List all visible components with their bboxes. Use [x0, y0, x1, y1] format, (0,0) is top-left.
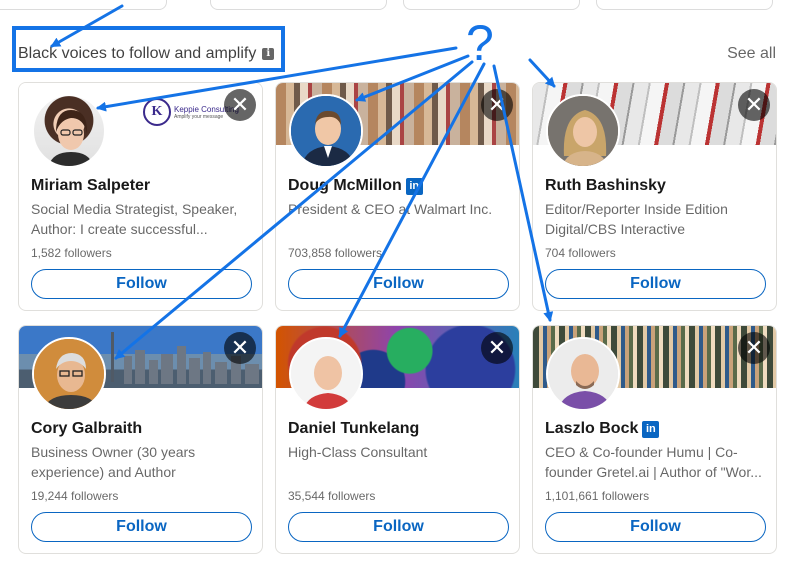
profile-headline: President & CEO at Walmart Inc.: [288, 201, 493, 217]
profile-name[interactable]: Daniel Tunkelang: [288, 420, 419, 438]
annotation-question-mark: ?: [466, 15, 494, 71]
dismiss-button[interactable]: ✕: [481, 332, 513, 364]
previous-row-card: [210, 0, 387, 10]
profile-headline: Editor/Reporter Inside Edition Digital/C…: [545, 201, 728, 237]
profile-name[interactable]: Doug McMillon in: [288, 177, 423, 195]
close-icon: ✕: [487, 335, 507, 360]
profile-name[interactable]: Miriam Salpeter: [31, 177, 150, 195]
profile-card[interactable]: ✕ Laszlo Bock in CEO & Co-founder Humu | …: [532, 325, 777, 554]
profile-headline: CEO & Co-founder Humu | Co-founder Grete…: [545, 444, 762, 480]
close-icon: ✕: [744, 92, 764, 117]
close-icon: ✕: [230, 92, 250, 117]
profile-name[interactable]: Cory Galbraith: [31, 420, 142, 438]
avatar-figure: [291, 96, 361, 166]
dismiss-button[interactable]: ✕: [738, 332, 770, 364]
avatar-figure: [48, 110, 94, 166]
follow-button[interactable]: Follow: [288, 269, 509, 299]
profile-card[interactable]: ✕ Doug McMillon in President & CEO at Wal…: [275, 82, 520, 311]
close-icon: ✕: [744, 335, 764, 360]
avatar[interactable]: [289, 337, 363, 411]
avatar[interactable]: [546, 94, 620, 168]
profile-name[interactable]: Laszlo Bock in: [545, 420, 660, 438]
previous-row-card: [596, 0, 773, 10]
follow-button[interactable]: Follow: [31, 512, 252, 542]
profile-card[interactable]: ✕ Ruth Bashinsky Editor/Reporter Inside …: [532, 82, 777, 311]
follower-count: 703,858 followers: [288, 246, 383, 260]
see-all-link[interactable]: See all: [727, 45, 776, 63]
follow-button[interactable]: Follow: [545, 269, 766, 299]
avatar-figure: [548, 96, 618, 166]
annotation-highlight-box: [12, 26, 285, 72]
profile-headline: Social Media Strategist, Speaker, Author…: [31, 201, 238, 237]
follower-count: 704 followers: [545, 246, 616, 260]
follower-count: 1,582 followers: [31, 246, 112, 260]
profile-card[interactable]: ✕ Cory Galbraith Business Owner (30 year…: [18, 325, 263, 554]
linkedin-badge-icon: in: [405, 177, 423, 195]
dismiss-button[interactable]: ✕: [224, 89, 256, 121]
profile-card[interactable]: ✕ Daniel Tunkelang High-Class Consultant…: [275, 325, 520, 554]
recommendations-panel: Black voices to follow and amplify i See…: [0, 0, 794, 575]
follower-count: 1,101,661 followers: [545, 489, 650, 503]
avatar[interactable]: [32, 94, 106, 168]
previous-row-card: [0, 0, 167, 10]
dismiss-button[interactable]: ✕: [738, 89, 770, 121]
previous-row-card: [403, 0, 580, 10]
avatar-figure: [291, 339, 361, 409]
follower-count: 35,544 followers: [288, 489, 376, 503]
profile-headline: High-Class Consultant: [288, 444, 428, 460]
dismiss-button[interactable]: ✕: [481, 89, 513, 121]
dismiss-button[interactable]: ✕: [224, 332, 256, 364]
avatar[interactable]: [32, 337, 106, 411]
avatar[interactable]: [546, 337, 620, 411]
profile-headline: Business Owner (30 years experience) and…: [31, 444, 196, 480]
close-icon: ✕: [230, 335, 250, 360]
close-icon: ✕: [487, 92, 507, 117]
profile-name[interactable]: Ruth Bashinsky: [545, 177, 666, 195]
avatar-figure: [34, 339, 104, 409]
follow-button[interactable]: Follow: [31, 269, 252, 299]
avatar-figure: [548, 339, 618, 409]
follow-button[interactable]: Follow: [288, 512, 509, 542]
avatar[interactable]: [289, 94, 363, 168]
profile-card[interactable]: K Keppie Consulting Amplify your message…: [18, 82, 263, 311]
follower-count: 19,244 followers: [31, 489, 119, 503]
linkedin-badge-icon: in: [642, 420, 660, 438]
follow-button[interactable]: Follow: [545, 512, 766, 542]
